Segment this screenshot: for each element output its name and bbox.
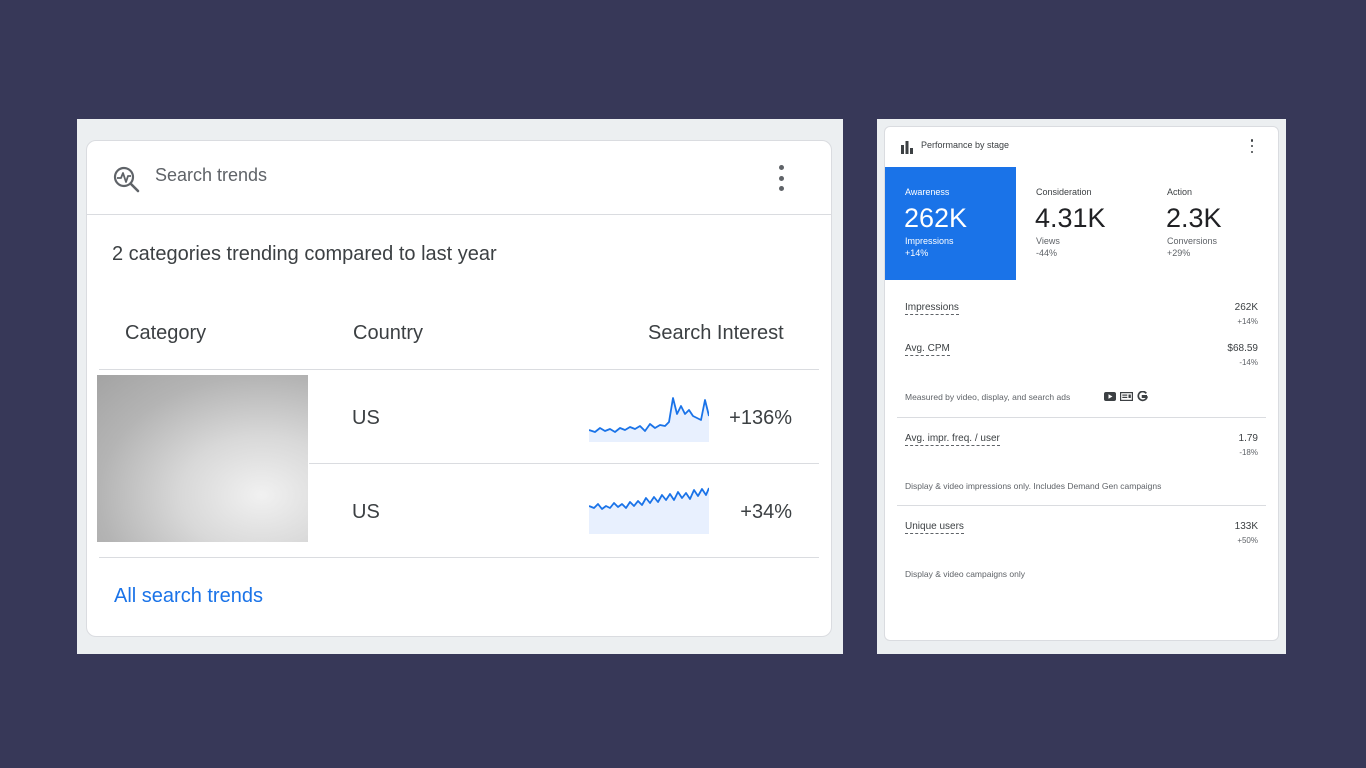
metric-label-impressions[interactable]: Impressions — [905, 302, 959, 315]
stage-change: +29% — [1167, 248, 1191, 258]
blurred-category-image — [97, 375, 308, 542]
performance-panel: Performance by stage Awareness 262K Impr… — [877, 119, 1286, 654]
freq-note: Display & video impressions only. Includ… — [905, 481, 1162, 491]
stage-change: +14% — [905, 248, 929, 258]
more-vert-icon — [778, 165, 784, 170]
stage-value: 2.3K — [1166, 203, 1222, 233]
header-divider — [99, 369, 819, 370]
more-options-button[interactable] — [1250, 139, 1254, 153]
metric-label-avg-freq[interactable]: Avg. impr. freq. / user — [905, 433, 1000, 446]
stage-tab-awareness[interactable]: Awareness 262K Impressions +14% — [885, 167, 1016, 280]
performance-card: Performance by stage Awareness 262K Impr… — [884, 126, 1279, 641]
card-header: Search trends — [87, 141, 831, 215]
metric-label-unique-users[interactable]: Unique users — [905, 521, 964, 534]
footer-divider — [99, 557, 819, 558]
section-divider — [897, 505, 1266, 506]
all-search-trends-link[interactable]: All search trends — [114, 585, 263, 608]
stage-metric: Views — [1036, 236, 1060, 246]
youtube-icon — [1104, 392, 1116, 401]
column-header-search-interest: Search Interest — [648, 322, 784, 344]
card-header: Performance by stage — [885, 127, 1278, 167]
stage-value: 262K — [904, 203, 968, 233]
metric-change-unique-users: +50% — [1237, 536, 1258, 545]
search-trends-icon — [113, 166, 140, 193]
display-icon — [1120, 392, 1133, 401]
row-2-sparkline — [589, 487, 709, 534]
stage-tab-consideration[interactable]: Consideration 4.31K Views -44% — [1016, 167, 1147, 280]
more-options-button[interactable] — [773, 165, 789, 191]
column-header-category: Category — [125, 322, 207, 344]
row-divider — [309, 463, 819, 464]
ad-type-icons — [1104, 391, 1148, 402]
row-1-sparkline — [589, 397, 709, 442]
search-trends-panel: Search trends 2 categories trending comp… — [77, 119, 843, 654]
column-header-country: Country — [353, 322, 424, 344]
metric-label-avg-cpm[interactable]: Avg. CPM — [905, 343, 950, 356]
metric-value-avg-cpm: $68.59 — [1227, 343, 1258, 354]
metric-value-unique-users: 133K — [1234, 521, 1258, 532]
measured-note: Measured by video, display, and search a… — [905, 392, 1071, 402]
stage-metric: Impressions — [905, 236, 954, 246]
section-divider — [897, 417, 1266, 418]
stage-metric: Conversions — [1167, 236, 1218, 246]
row-1-change: +136% — [729, 407, 792, 429]
stage-name: Consideration — [1036, 187, 1092, 197]
more-vert-icon — [1250, 139, 1254, 142]
bar-chart-icon — [901, 141, 913, 154]
metric-value-impressions: 262K — [1234, 302, 1258, 313]
metric-change-avg-freq: -18% — [1239, 448, 1258, 457]
stage-value: 4.31K — [1035, 203, 1106, 233]
search-trends-card: Search trends 2 categories trending comp… — [86, 140, 832, 637]
row-2-country: US — [352, 501, 380, 523]
google-icon — [1137, 391, 1148, 402]
metric-change-impressions: +14% — [1237, 317, 1258, 326]
metric-change-avg-cpm: -14% — [1239, 358, 1258, 367]
stage-change: -44% — [1036, 248, 1058, 258]
row-2-change: +34% — [740, 501, 792, 523]
users-note: Display & video campaigns only — [905, 569, 1026, 579]
card-title: Search trends — [155, 165, 268, 185]
metric-value-avg-freq: 1.79 — [1238, 433, 1258, 444]
trends-subtitle: 2 categories trending compared to last y… — [112, 243, 497, 265]
card-title: Performance by stage — [921, 140, 1010, 150]
stage-name: Action — [1167, 187, 1193, 197]
row-1-country: US — [352, 407, 380, 429]
stage-tab-action[interactable]: Action 2.3K Conversions +29% — [1147, 167, 1278, 280]
stage-name: Awareness — [905, 187, 950, 197]
